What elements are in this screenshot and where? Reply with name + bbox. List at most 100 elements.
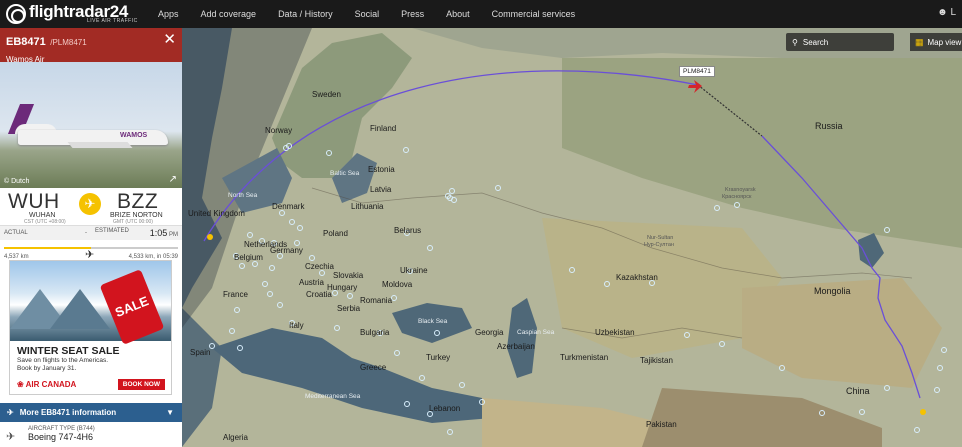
nav-social[interactable]: Social	[355, 9, 380, 19]
map-view-button[interactable]: ▦ Map view	[910, 33, 962, 51]
sale-tag: SALE	[99, 269, 165, 345]
siberia-land	[562, 58, 962, 248]
label-north-sea: North Sea	[228, 192, 258, 199]
route-summary: WUH WUHAN CST (UTC +08:00) ✈ BZZ BRIZE N…	[0, 188, 182, 226]
label-austria: Austria	[299, 278, 324, 287]
label-denmark: Denmark	[272, 202, 305, 211]
label-nur-sultan-local: Нур-Султан	[644, 242, 674, 248]
label-turkey: Turkey	[426, 353, 451, 362]
aircraft-icon: ✈	[6, 431, 16, 443]
nav-add-coverage[interactable]: Add coverage	[201, 9, 257, 19]
label-slovakia: Slovakia	[333, 271, 364, 280]
label-czechia: Czechia	[305, 262, 334, 271]
label-krasnoyarsk-local: Красноярск	[722, 194, 752, 200]
label-united-kingdom: United Kingdom	[188, 209, 245, 218]
label-moldova: Moldova	[382, 280, 413, 289]
close-icon[interactable]: ✕	[163, 30, 176, 48]
flight-header: EB8471 /PLM8471 ✕	[0, 28, 182, 50]
flight-callsign: /PLM8471	[50, 38, 87, 47]
label-georgia: Georgia	[475, 328, 504, 337]
estimated-label: ESTIMATED	[95, 228, 129, 234]
aircraft-photo[interactable]: WAMOS © Dutch ↗	[0, 62, 182, 188]
label-azerbaijan: Azerbaijan	[497, 342, 535, 351]
label-belarus: Belarus	[394, 226, 422, 235]
air-canada-ad[interactable]: SALE WINTER SEAT SALE Save on flights to…	[9, 260, 172, 395]
ad-line-2: Book by January 31.	[17, 365, 77, 372]
nav-press[interactable]: Press	[401, 9, 424, 19]
label-kazakhstan: Kazakhstan	[616, 273, 658, 282]
label-belgium: Belgium	[234, 253, 263, 262]
actual-label: ACTUAL	[4, 230, 28, 236]
estimated-suffix: PM	[169, 232, 178, 238]
aircraft-type-value: Boeing 747-4H6	[28, 432, 94, 442]
destination-timezone: GMT (UTC 00:00)	[113, 219, 153, 225]
label-italy: Italy	[289, 321, 304, 330]
caspian-sea	[507, 298, 537, 378]
label-algeria: Algeria	[223, 433, 248, 442]
label-krasnoyarsk: Krasnoyarsk	[725, 187, 756, 193]
logo-tagline: LIVE AIR TRAFFIC	[87, 18, 138, 24]
actual-value: -	[85, 230, 87, 236]
chevron-down-icon: ▼	[166, 408, 174, 417]
map-view-icon: ▦	[915, 36, 924, 47]
map-canvas	[182, 28, 962, 447]
label-finland: Finland	[370, 124, 397, 133]
origin-timezone: CST (UTC +08:00)	[24, 219, 66, 225]
label-estonia: Estonia	[368, 165, 395, 174]
label-spain: Spain	[190, 348, 211, 357]
progress-track: ✈	[4, 247, 178, 261]
book-now-button[interactable]: BOOK NOW	[117, 379, 165, 390]
label-lebanon: Lebanon	[429, 404, 461, 413]
lake-baikal	[858, 233, 884, 268]
label-latvia: Latvia	[370, 185, 392, 194]
flightradar24-logo[interactable]: flightradar24 LIVE AIR TRAFFIC	[6, 2, 146, 24]
flight-info-icon: ✈	[7, 408, 14, 417]
label-sweden: Sweden	[312, 90, 341, 99]
estimated-value: 1:05	[149, 228, 168, 238]
label-tajikistan: Tajikistan	[640, 356, 673, 365]
nav-data-history[interactable]: Data / History	[278, 9, 333, 19]
mountain-shape	[50, 289, 110, 329]
search-icon: ⚲	[792, 37, 798, 47]
destination-code[interactable]: BZZ	[117, 190, 158, 214]
label-germany: Germany	[270, 246, 303, 255]
expand-icon[interactable]: ↗	[169, 174, 177, 185]
flight-map[interactable]: Sweden Norway Finland Russia Estonia Lat…	[182, 28, 962, 447]
nav-apps[interactable]: Apps	[158, 9, 179, 19]
destination-marker[interactable]	[207, 234, 213, 240]
ad-title: WINTER SEAT SALE	[17, 345, 120, 357]
actual-time-cell: ACTUAL -	[0, 230, 91, 236]
times-row: ACTUAL - ESTIMATED 1:05 PM	[0, 226, 182, 240]
plane-wing	[67, 142, 133, 148]
radar-logo-icon	[6, 4, 26, 24]
label-russia: Russia	[815, 121, 843, 131]
more-info-button[interactable]: ✈ More EB8471 information ▼	[0, 403, 182, 422]
user-login-icon[interactable]: ☻ L	[937, 7, 956, 18]
destination-city: BRIZE NORTON	[110, 212, 163, 219]
more-info-label: More EB8471 information	[19, 408, 117, 417]
atlantic-ocean	[182, 308, 222, 447]
himalaya-region	[642, 388, 882, 447]
label-china: China	[846, 386, 870, 396]
nav-commercial-services[interactable]: Commercial services	[492, 9, 576, 19]
label-turkmenistan: Turkmenistan	[560, 353, 609, 362]
ad-line-1: Save on flights to the Americas.	[17, 357, 109, 364]
label-france: France	[223, 290, 248, 299]
label-bulgaria: Bulgaria	[360, 328, 390, 337]
logo-text: flightradar24	[29, 2, 129, 21]
origin-marker[interactable]	[920, 409, 926, 415]
search-label: Search	[802, 37, 829, 47]
label-greece: Greece	[360, 363, 387, 372]
map-callsign-tag[interactable]: PLM8471	[679, 66, 715, 77]
ad-brand-text: AIR CANADA	[25, 380, 77, 389]
label-serbia: Serbia	[337, 304, 361, 313]
origin-code[interactable]: WUH	[8, 190, 60, 214]
label-croatia: Croatia	[306, 290, 332, 299]
ad-image: SALE	[10, 261, 171, 345]
map-search-input[interactable]: ⚲ Search	[786, 33, 894, 51]
main-nav: Apps Add coverage Data / History Social …	[158, 9, 597, 19]
nav-about[interactable]: About	[446, 9, 470, 19]
label-baltic-sea: Baltic Sea	[330, 170, 360, 177]
airline-row: Wamos Air	[0, 50, 182, 64]
label-ukraine: Ukraine	[400, 266, 428, 275]
